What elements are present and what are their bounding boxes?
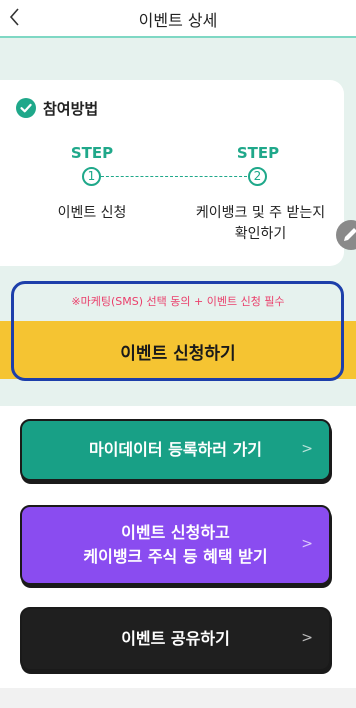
apply-and-benefit-button[interactable]: 이벤트 신청하고 케이뱅크 주식 등 혜택 받기 >: [20, 505, 331, 585]
top-app-bar: 이벤트 상세: [0, 0, 356, 38]
step-1-label: STEP: [70, 144, 114, 162]
bottom-divider: [0, 688, 356, 708]
step-connector: [101, 176, 247, 177]
share-event-button[interactable]: 이벤트 공유하기 >: [20, 607, 331, 671]
step-2-description: 케이뱅크 및 주 받는지 확인하기: [195, 205, 326, 242]
chevron-right-icon: >: [301, 441, 313, 457]
chevron-right-icon: >: [301, 630, 313, 646]
pencil-icon: [344, 228, 356, 241]
highlight-outline: [11, 281, 344, 381]
chevron-right-icon: >: [301, 536, 313, 552]
how-to-title: 참여방법: [43, 100, 99, 118]
step-2-label: STEP: [236, 144, 280, 162]
step-1-description: 이벤트 신청: [57, 205, 127, 221]
step-2-number: 2: [248, 167, 267, 186]
check-circle-icon: [16, 98, 36, 118]
step-1-number: 1: [82, 167, 101, 186]
page-title: 이벤트 상세: [138, 11, 218, 30]
edit-pencil-icon[interactable]: [336, 220, 356, 250]
mydata-register-button[interactable]: 마이데이터 등록하러 가기 >: [20, 419, 331, 481]
